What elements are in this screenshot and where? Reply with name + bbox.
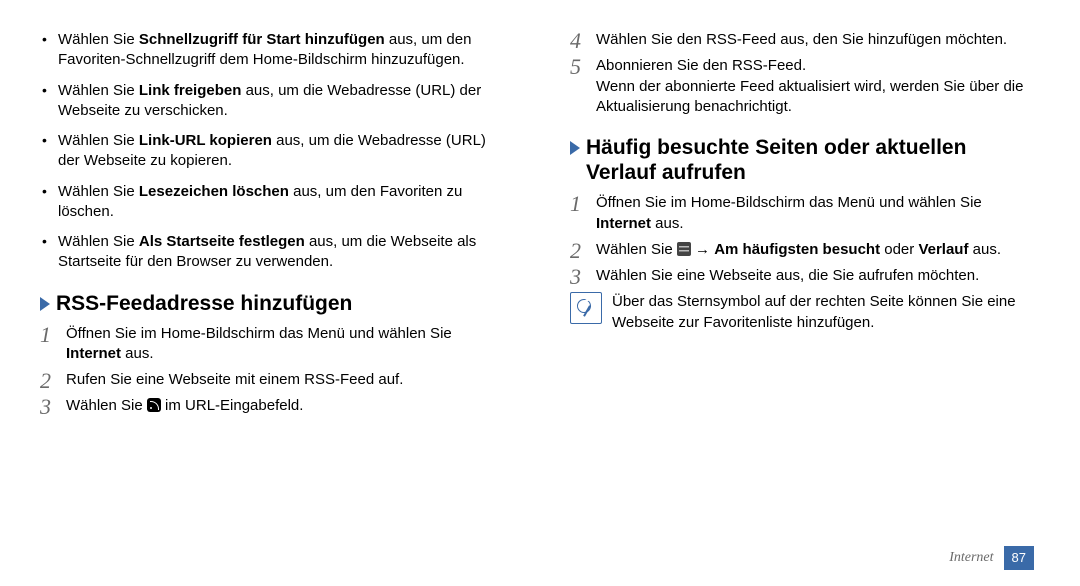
page-number: 87	[1004, 546, 1034, 570]
steps-list-history: Öffnen Sie im Home-Bildschirm das Menü u…	[570, 193, 1040, 286]
step-item: Öffnen Sie im Home-Bildschirm das Menü u…	[570, 193, 1040, 234]
step-item: Rufen Sie eine Webseite mit einem RSS-Fe…	[40, 370, 510, 390]
chevron-icon	[40, 297, 50, 311]
section-heading-rss: RSS-Feedadresse hinzufügen	[40, 291, 510, 316]
bold-text: Als Startseite festlegen	[139, 233, 305, 250]
heading-text: Häufig besuchte Seiten oder aktuellen Ve…	[586, 135, 1009, 185]
text: oder	[880, 241, 918, 258]
bold-text: Schnellzugriff für Start hinzufügen	[139, 31, 385, 48]
right-column: Wählen Sie den RSS-Feed aus, den Sie hin…	[540, 30, 1040, 576]
bold-text: Internet	[596, 215, 651, 232]
text: im URL-Eingabefeld.	[161, 397, 304, 414]
text: Wählen Sie	[58, 183, 139, 200]
text: Wählen Sie eine Webseite aus, die Sie au…	[596, 267, 979, 284]
note-icon	[570, 292, 602, 324]
heading-text: RSS-Feedadresse hinzufügen	[56, 291, 352, 316]
text: Wählen Sie den RSS-Feed aus, den Sie hin…	[596, 31, 1007, 48]
chevron-icon	[570, 141, 580, 155]
note: Über das Sternsymbol auf der rechten Sei…	[570, 292, 1040, 333]
step-item: Abonnieren Sie den RSS-Feed. Wenn der ab…	[570, 56, 1040, 117]
step-item: Wählen Sie den RSS-Feed aus, den Sie hin…	[570, 30, 1040, 50]
text: Wenn der abonnierte Feed aktualisiert wi…	[596, 78, 1023, 115]
bold-text: Link-URL kopieren	[139, 132, 272, 149]
text: Wählen Sie	[66, 397, 147, 414]
text: →	[691, 241, 714, 258]
steps-list-rss: Öffnen Sie im Home-Bildschirm das Menü u…	[40, 324, 510, 417]
bullet-item: Wählen Sie Lesezeichen löschen aus, um d…	[40, 182, 510, 223]
bold-text: Internet	[66, 345, 121, 362]
left-column: Wählen Sie Schnellzugriff für Start hinz…	[40, 30, 540, 576]
text: Wählen Sie	[58, 233, 139, 250]
step-item: Wählen Sie eine Webseite aus, die Sie au…	[570, 266, 1040, 286]
text: Rufen Sie eine Webseite mit einem RSS-Fe…	[66, 371, 403, 388]
step-item: Wählen Sie → Am häufigsten besucht oder …	[570, 240, 1040, 260]
text: aus.	[121, 345, 154, 362]
bullet-item: Wählen Sie Link-URL kopieren aus, um die…	[40, 131, 510, 172]
section-heading-history: Häufig besuchte Seiten oder aktuellen Ve…	[570, 135, 1040, 185]
bullet-item: Wählen Sie Link freigeben aus, um die We…	[40, 81, 510, 122]
bullet-item: Wählen Sie Schnellzugriff für Start hinz…	[40, 30, 510, 71]
footer-section: Internet	[949, 549, 993, 568]
bold-text: Lesezeichen löschen	[139, 183, 289, 200]
text: Öffnen Sie im Home-Bildschirm das Menü u…	[596, 194, 982, 211]
note-text: Über das Sternsymbol auf der rechten Sei…	[612, 292, 1040, 333]
text: Wählen Sie	[58, 132, 139, 149]
steps-list-continued: Wählen Sie den RSS-Feed aus, den Sie hin…	[570, 30, 1040, 117]
text: Öffnen Sie im Home-Bildschirm das Menü u…	[66, 325, 452, 342]
text: aus.	[651, 215, 684, 232]
bold-text: Am häufigsten besucht	[714, 241, 880, 258]
text: aus.	[968, 241, 1001, 258]
text: Wählen Sie	[58, 82, 139, 99]
text: Abonnieren Sie den RSS-Feed.	[596, 57, 806, 74]
manual-page: Wählen Sie Schnellzugriff für Start hinz…	[0, 0, 1080, 586]
bullet-list: Wählen Sie Schnellzugriff für Start hinz…	[40, 30, 510, 273]
step-item: Öffnen Sie im Home-Bildschirm das Menü u…	[40, 324, 510, 365]
text: Wählen Sie	[596, 241, 677, 258]
bold-text: Link freigeben	[139, 82, 242, 99]
step-item: Wählen Sie im URL-Eingabefeld.	[40, 396, 510, 416]
text: Wählen Sie	[58, 31, 139, 48]
rss-icon	[147, 398, 161, 412]
bullet-item: Wählen Sie Als Startseite festlegen aus,…	[40, 232, 510, 273]
page-footer: Internet 87	[949, 546, 1034, 570]
menu-icon	[677, 242, 691, 256]
bold-text: Verlauf	[918, 241, 968, 258]
